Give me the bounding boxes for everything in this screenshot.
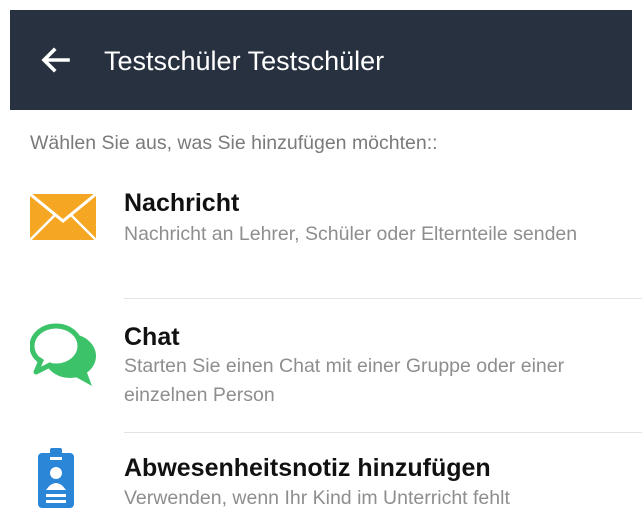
option-title: Abwesenheitsnotiz hinzufügen xyxy=(124,454,491,482)
screen: Testschüler Testschüler Wählen Sie aus, … xyxy=(0,0,642,508)
option-description: Starten Sie einen Chat mit einer Gruppe … xyxy=(124,355,565,406)
arrow-left-icon[interactable] xyxy=(38,42,74,78)
option-message[interactable]: Nachricht Nachricht an Lehrer, Schüler o… xyxy=(0,180,642,300)
divider xyxy=(124,298,642,299)
option-title: Nachricht xyxy=(124,189,240,217)
option-absence-note[interactable]: Abwesenheitsnotiz hinzufügen Verwenden, … xyxy=(0,440,642,508)
envelope-icon xyxy=(30,194,96,240)
choose-prompt: Wählen Sie aus, was Sie hinzufügen möcht… xyxy=(30,132,438,154)
option-chat[interactable]: Chat Starten Sie einen Chat mit einer Gr… xyxy=(0,310,642,430)
divider xyxy=(124,432,642,433)
app-bar: Testschüler Testschüler xyxy=(10,10,632,110)
chat-bubbles-icon xyxy=(30,323,96,386)
page-title: Testschüler Testschüler xyxy=(104,46,385,76)
option-description: Nachricht an Lehrer, Schüler oder Eltern… xyxy=(124,223,578,245)
id-badge-icon xyxy=(38,448,74,508)
option-title: Chat xyxy=(124,323,180,351)
option-description: Verwenden, wenn Ihr Kind im Unterricht f… xyxy=(124,487,510,508)
